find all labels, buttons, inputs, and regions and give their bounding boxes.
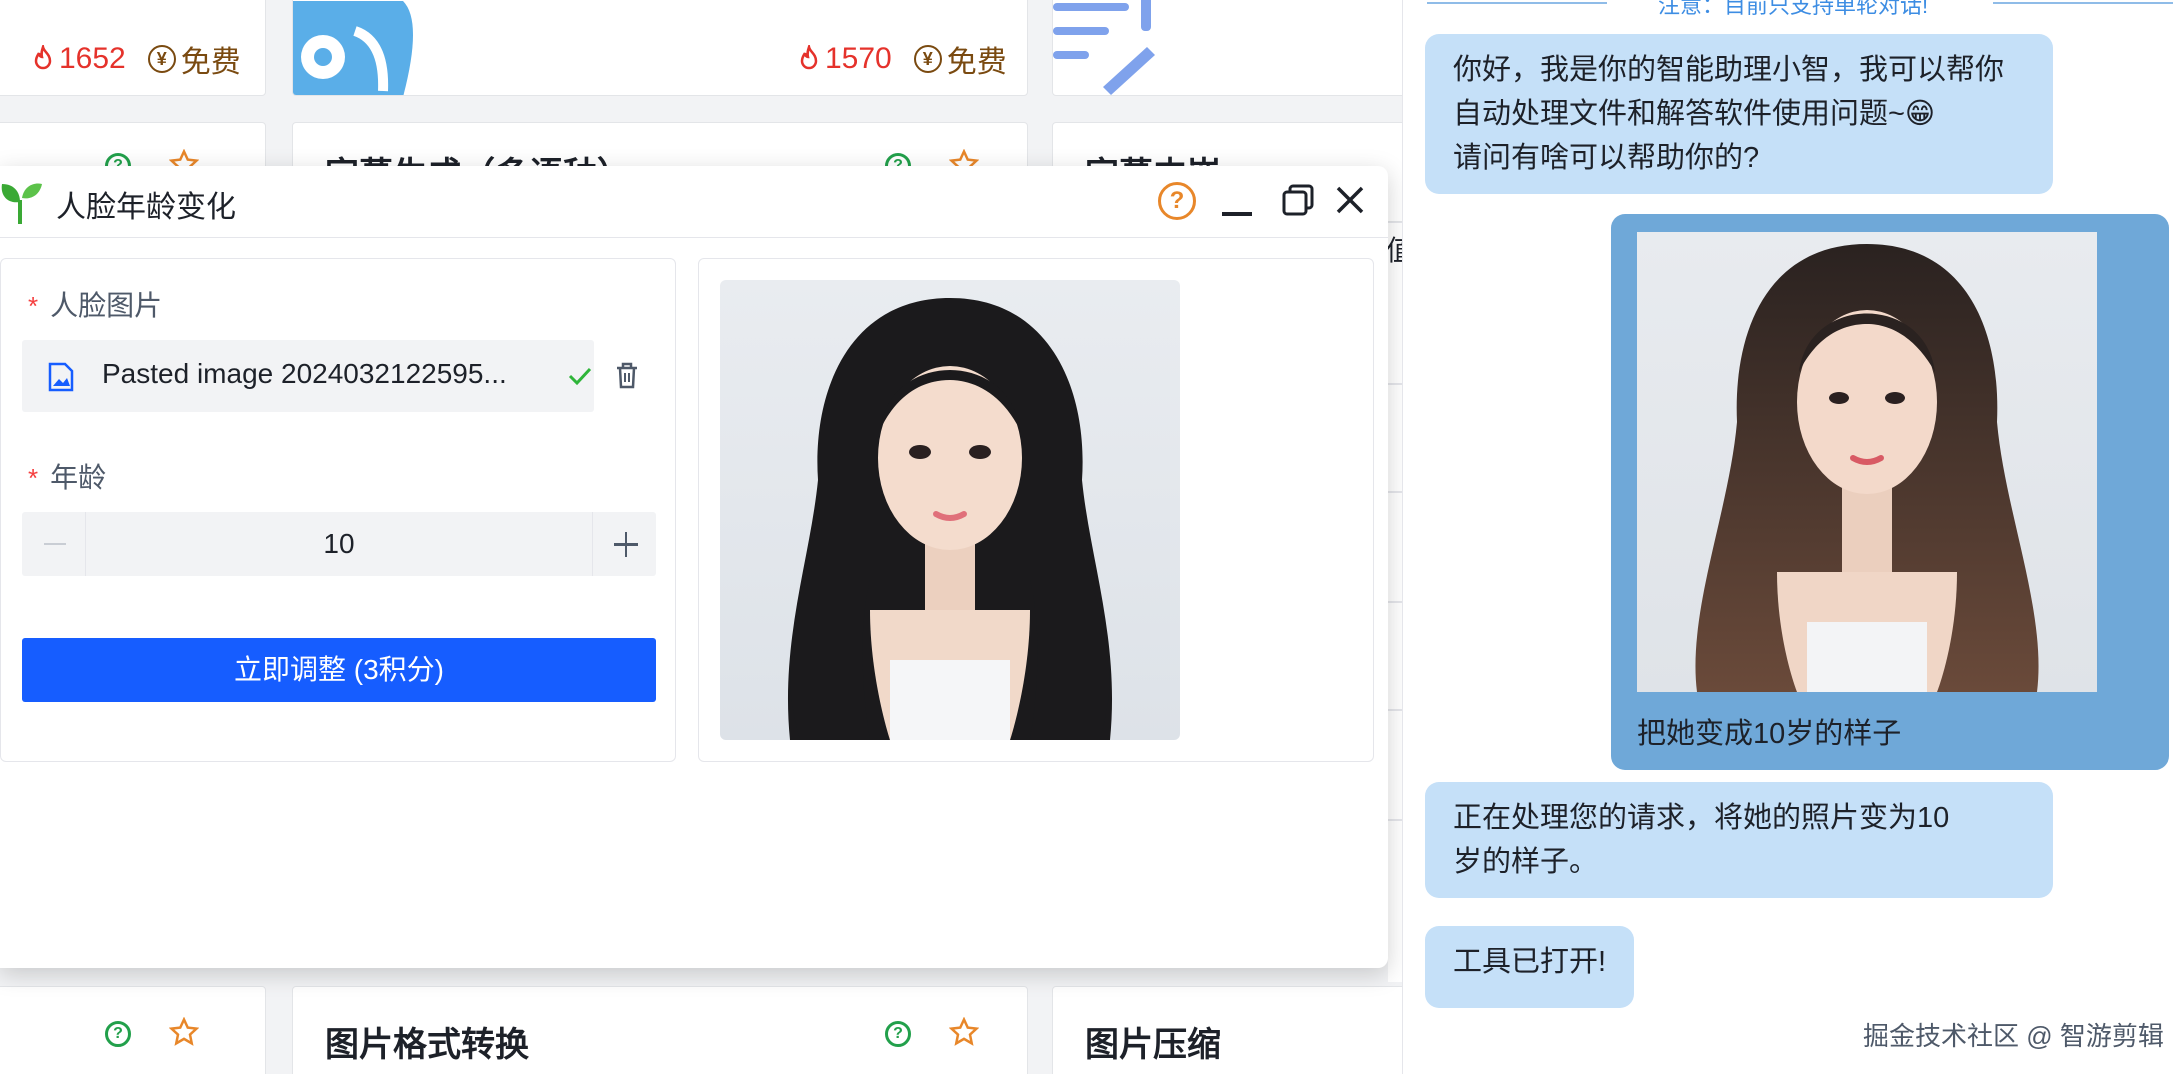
- tool-card-left-row3[interactable]: ?: [0, 986, 266, 1074]
- hot-count: 1570: [797, 42, 892, 76]
- user-uploaded-image[interactable]: [1637, 232, 2097, 692]
- image-file-icon: [48, 362, 74, 392]
- check-icon: [568, 367, 592, 386]
- help-icon[interactable]: ?: [1158, 182, 1196, 220]
- sprout-icon: [1, 183, 42, 224]
- single-turn-notice: 注意：目前只支持单轮对话!: [1657, 0, 1929, 18]
- face-age-modal: 人脸年龄变化 ? * 人脸图片 Pasted image 202403212259…: [0, 166, 1388, 968]
- modal-header: 人脸年龄变化 ?: [0, 166, 1388, 238]
- fire-icon: [34, 45, 52, 70]
- tool-card-mid-top[interactable]: 1570 ¥ 免费: [292, 0, 1028, 96]
- document-edit-thumbnail: [1053, 0, 1155, 95]
- user-message-bubble: 把她变成10岁的样子: [1611, 214, 2169, 770]
- watermark: 掘金技术社区 @ 智游剪辑: [1863, 1021, 2164, 1051]
- star-icon[interactable]: [949, 1017, 979, 1047]
- age-input[interactable]: 10: [86, 512, 592, 576]
- trash-icon[interactable]: [614, 360, 640, 390]
- minus-icon[interactable]: [22, 512, 86, 576]
- tool-thumbnail: [293, 1, 413, 95]
- tool-card-left-top[interactable]: 1652 ¥ 免费: [0, 0, 266, 96]
- user-message-text: 把她变成10岁的样子: [1637, 718, 1902, 750]
- assistant-greeting-bubble: 你好，我是你的智能助理小智，我可以帮你 自动处理文件和解答软件使用问题~😁 请问…: [1425, 34, 2053, 194]
- card-title: 图片格式转换: [325, 1026, 529, 1064]
- plus-icon[interactable]: [592, 512, 656, 576]
- question-icon[interactable]: ?: [885, 1021, 911, 1047]
- star-icon[interactable]: [169, 1017, 199, 1047]
- age-label: * 年龄: [28, 462, 107, 493]
- question-icon[interactable]: ?: [105, 1021, 131, 1047]
- face-image-label: * 人脸图片: [28, 290, 163, 321]
- age-stepper[interactable]: 10: [22, 512, 656, 576]
- fee-label: ¥ 免费: [147, 37, 241, 81]
- modal-title: 人脸年龄变化: [56, 191, 236, 224]
- file-name: Pasted image 2024032122595...: [102, 358, 507, 389]
- adjust-now-button[interactable]: 立即调整 (3积分): [22, 638, 656, 702]
- fire-icon: [800, 45, 818, 70]
- hot-count: 1652: [31, 42, 126, 76]
- maximize-icon[interactable]: [1280, 180, 1320, 220]
- minimize-icon[interactable]: [1218, 182, 1258, 222]
- yen-icon: ¥: [147, 45, 176, 73]
- yen-icon: ¥: [913, 45, 942, 73]
- card-title: 图片压缩: [1085, 1026, 1221, 1064]
- tool-card-right-top[interactable]: [1052, 0, 1412, 96]
- close-icon[interactable]: [1330, 180, 1370, 220]
- assistant-processing-bubble: 正在处理您的请求，将她的照片变为10 岁的样子。: [1425, 782, 2053, 898]
- grid-edge: 值: [1386, 222, 1414, 982]
- assistant-chat-panel: 注意：目前只支持单轮对话! 你好，我是你的智能助理小智，我可以帮你 自动处理文件…: [1402, 0, 2174, 1074]
- tool-card-mid-row3[interactable]: 图片格式转换 ?: [292, 986, 1028, 1074]
- fee-label: ¥ 免费: [913, 37, 1007, 81]
- tool-card-right-row3[interactable]: 图片压缩: [1052, 986, 1412, 1074]
- preview-portrait-image: [720, 280, 1180, 740]
- assistant-tool-opened-bubble: 工具已打开!: [1425, 926, 1635, 1008]
- uploaded-file-item[interactable]: Pasted image 2024032122595...: [22, 340, 594, 412]
